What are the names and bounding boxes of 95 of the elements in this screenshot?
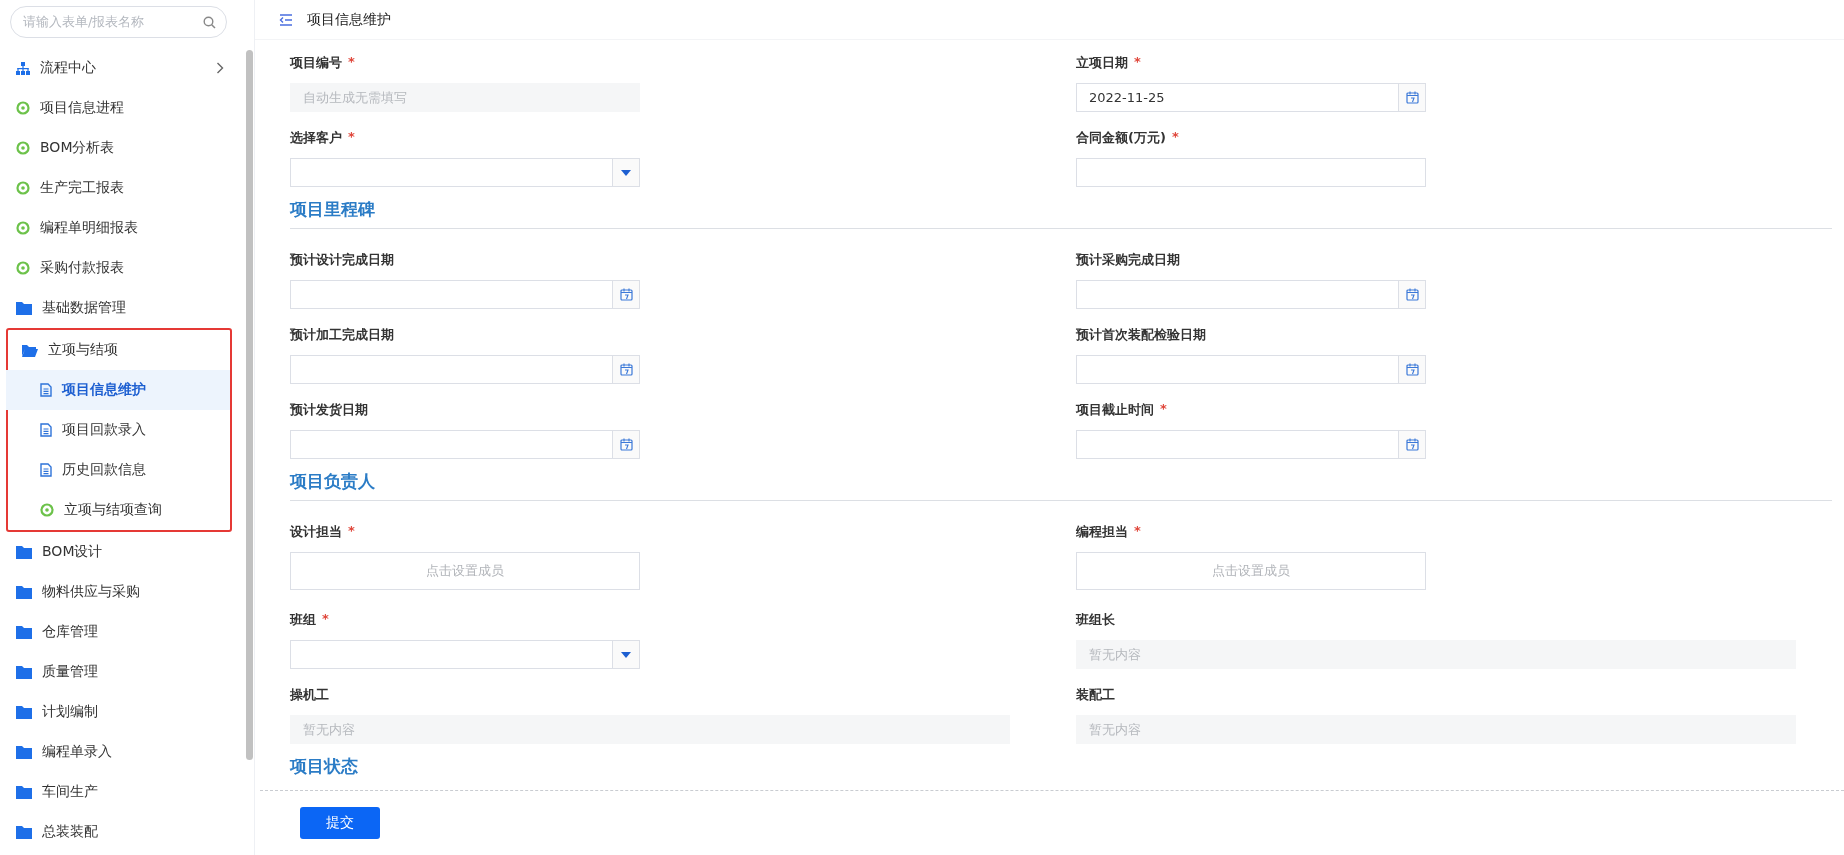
ring-icon — [16, 101, 30, 115]
sidebar-item[interactable]: 编程单录入 — [0, 732, 232, 772]
calendar-icon — [619, 438, 633, 451]
chevron-right-icon — [216, 62, 224, 74]
folder-icon — [16, 745, 32, 759]
sidebar-item[interactable]: 项目回款录入 — [6, 410, 230, 450]
document-icon — [40, 383, 52, 397]
required-mark: * — [348, 523, 355, 540]
sidebar-item[interactable]: 计划编制 — [0, 692, 232, 732]
sidebar-item[interactable]: 车间生产 — [0, 772, 232, 812]
calendar-icon — [1405, 91, 1419, 104]
field-label: 项目截止时间 — [1076, 401, 1154, 419]
sidebar-item[interactable]: 质量管理 — [0, 652, 232, 692]
ring-icon — [16, 181, 30, 195]
required-mark: * — [348, 129, 355, 146]
sidebar-item[interactable]: 物料供应与采购 — [0, 572, 232, 612]
sidebar-item[interactable]: 立项与结项 — [6, 330, 230, 370]
ring-icon — [16, 141, 30, 155]
folder-icon — [16, 301, 32, 315]
open-folder-icon — [22, 343, 38, 357]
required-mark: * — [1160, 401, 1167, 418]
field-label: 班组 — [290, 611, 316, 629]
field-label: 预计加工完成日期 — [290, 326, 394, 344]
sidebar-item[interactable]: 编程单明细报表 — [0, 208, 232, 248]
field-label: 操机工 — [290, 686, 329, 704]
folder-icon — [16, 545, 32, 559]
date-field[interactable] — [290, 280, 640, 309]
ring-icon — [16, 221, 30, 235]
sidebar-item[interactable]: 历史回款信息 — [6, 450, 230, 490]
document-icon — [40, 463, 52, 477]
field-label: 项目编号 — [290, 54, 342, 72]
sidebar-item[interactable]: 总装装配 — [0, 812, 232, 852]
date-field[interactable] — [290, 430, 640, 459]
date-field[interactable] — [1076, 430, 1426, 459]
readonly-field: 暂无内容 — [1076, 640, 1796, 669]
sidebar-item[interactable]: 基础数据管理 — [0, 288, 232, 328]
readonly-field: 暂无内容 — [290, 715, 1010, 744]
folder-icon — [16, 585, 32, 599]
sidebar-item[interactable]: 立项与结项查询 — [6, 490, 230, 530]
ring-icon — [16, 261, 30, 275]
caret-down-icon — [621, 651, 631, 658]
document-icon — [40, 423, 52, 437]
folder-icon — [16, 785, 32, 799]
field-label: 预计首次装配检验日期 — [1076, 326, 1206, 344]
caret-down-icon — [621, 169, 631, 176]
folder-icon — [16, 665, 32, 679]
required-mark: * — [1171, 129, 1179, 146]
sidebar-item[interactable]: 流程中心 — [0, 48, 232, 88]
field-label: 班组长 — [1076, 611, 1115, 629]
date-field[interactable] — [1076, 280, 1426, 309]
date-field[interactable] — [1076, 355, 1426, 384]
field-label: 预计设计完成日期 — [290, 251, 394, 269]
sidebar-item[interactable]: BOM分析表 — [0, 128, 232, 168]
sidebar-item[interactable]: 项目信息维护 — [6, 370, 230, 410]
ring-icon — [40, 503, 54, 517]
sidebar-item[interactable]: 项目信息进程 — [0, 88, 232, 128]
section-heading: 项目状态 — [290, 755, 359, 778]
field-label: 立项日期 — [1076, 54, 1128, 72]
sidebar-item[interactable]: 仓库管理 — [0, 612, 232, 652]
calendar-icon — [1405, 363, 1419, 376]
search-icon — [203, 15, 216, 29]
field-label: 设计担当 — [290, 523, 342, 541]
calendar-icon — [619, 288, 633, 301]
sidebar-item[interactable]: 采购付款报表 — [0, 248, 232, 288]
select-field[interactable] — [290, 640, 640, 669]
select-field[interactable] — [290, 158, 640, 187]
required-mark: * — [1134, 523, 1141, 540]
sidebar-item[interactable]: 生产完工报表 — [0, 168, 232, 208]
section-heading: 项目里程碑 — [290, 194, 1832, 229]
field-label: 选择客户 — [290, 129, 342, 147]
folder-icon — [16, 625, 32, 639]
calendar-icon — [619, 363, 633, 376]
readonly-field: 暂无内容 — [1076, 715, 1796, 744]
field-label: 装配工 — [1076, 686, 1115, 704]
calendar-icon — [1405, 438, 1419, 451]
folder-icon — [16, 825, 32, 839]
submit-button[interactable]: 提交 — [300, 807, 380, 839]
input-field[interactable] — [1076, 158, 1426, 187]
required-mark: * — [348, 54, 355, 71]
org-chart-icon — [16, 61, 30, 75]
required-mark: * — [1134, 54, 1141, 71]
sidebar-item[interactable]: BOM设计 — [0, 532, 232, 572]
calendar-icon — [1405, 288, 1419, 301]
required-mark: * — [322, 611, 329, 628]
field-label: 预计采购完成日期 — [1076, 251, 1180, 269]
field-label: 合同金额(万元) — [1076, 129, 1166, 147]
date-field[interactable]: 2022-11-25 — [1076, 83, 1426, 112]
collapse-menu-icon — [279, 13, 293, 26]
field-label: 预计发货日期 — [290, 401, 368, 419]
folder-icon — [16, 705, 32, 719]
section-heading: 项目负责人 — [290, 466, 1832, 501]
scrollbar[interactable] — [246, 50, 253, 760]
page-title: 项目信息维护 — [307, 10, 391, 29]
date-field[interactable] — [290, 355, 640, 384]
field-label: 编程担当 — [1076, 523, 1128, 541]
